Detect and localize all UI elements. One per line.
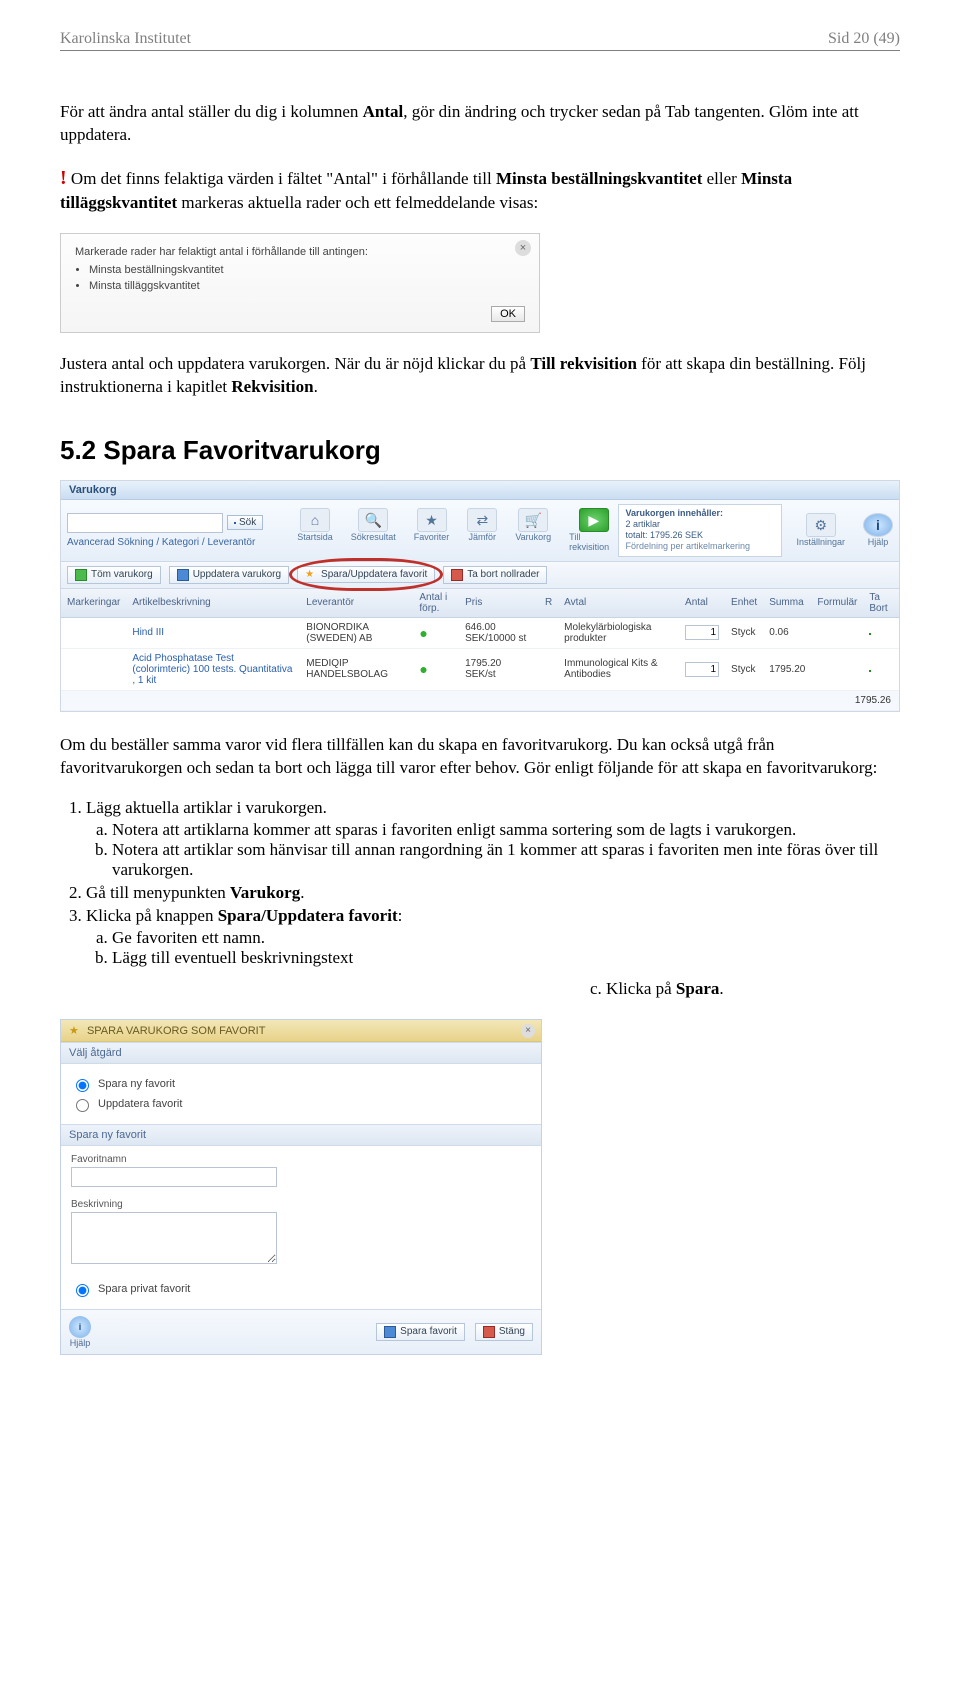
art-link[interactable]: Hind III: [126, 617, 300, 648]
status-dot-icon: ●: [419, 661, 427, 677]
fav-dialog-title: SPARA VARUKORG SOM FAVORIT ×: [61, 1020, 541, 1042]
para-4: Om du beställer samma varor vid flera ti…: [60, 734, 900, 780]
list-item: Gå till menypunkten Varukorg.: [86, 883, 900, 903]
list-item: Ge favoriten ett namn.: [112, 928, 900, 948]
refresh-icon: [75, 569, 87, 581]
search-input[interactable]: [67, 513, 223, 533]
status-dot-icon: ●: [419, 625, 427, 641]
list-item: Lägg aktuella artiklar i varukorgen. Not…: [86, 798, 900, 880]
save-disk-icon: [384, 1326, 396, 1338]
col-lev[interactable]: Leverantör: [300, 589, 413, 618]
col-antf[interactable]: Antal i förp.: [413, 589, 459, 618]
dialog-bullet: Minsta tilläggskvantitet: [89, 280, 525, 292]
save-favorite-dialog: SPARA VARUKORG SOM FAVORIT × Välj åtgärd…: [60, 1019, 542, 1355]
nav-varukorg[interactable]: 🛒Varukorg: [515, 508, 551, 542]
spara-favorit-button[interactable]: Spara/Uppdatera favorit: [297, 566, 435, 583]
col-art[interactable]: Artikelbeskrivning: [126, 589, 300, 618]
ok-button[interactable]: OK: [491, 306, 525, 322]
col-summa[interactable]: Summa: [763, 589, 811, 618]
close-icon[interactable]: ×: [515, 240, 531, 256]
cart-table: Markeringar Artikelbeskrivning Leverantö…: [61, 589, 899, 711]
uppdatera-varukorg-button[interactable]: Uppdatera varukorg: [169, 566, 289, 584]
spara-favorit-button[interactable]: Spara favorit: [376, 1323, 465, 1341]
nav-sokresultat[interactable]: 🔍Sökresultat: [351, 508, 396, 542]
col-form[interactable]: Formulär: [811, 589, 863, 618]
table-row: Acid Phosphatase Test (colorimteric) 100…: [61, 648, 899, 690]
tom-varukorg-button[interactable]: Töm varukorg: [67, 566, 161, 584]
sok-button[interactable]: Sök: [227, 515, 263, 530]
list-item: Lägg till eventuell beskrivningstext: [112, 948, 900, 968]
radio-spara-ny[interactable]: [76, 1079, 89, 1092]
nav-startsida[interactable]: ⌂Startsida: [297, 508, 333, 542]
cart-total: 1795.26: [61, 690, 899, 710]
fav-section-valj: Välj åtgärd: [61, 1042, 541, 1064]
art-link[interactable]: Acid Phosphatase Test (colorimteric) 100…: [126, 648, 300, 690]
qty-input[interactable]: [685, 625, 719, 640]
star-icon: ★: [417, 508, 447, 532]
close-icon[interactable]: ×: [521, 1024, 535, 1038]
nav-installningar[interactable]: ⚙Inställningar: [796, 513, 845, 547]
list-item: Notera att artiklarna kommer att sparas …: [112, 820, 900, 840]
remove-row-icon[interactable]: [869, 670, 871, 672]
label-beskrivning: Beskrivning: [71, 1199, 531, 1210]
home-icon: ⌂: [300, 508, 330, 532]
label-favoritnamn: Favoritnamn: [71, 1154, 531, 1165]
para-2: ! Om det finns felaktiga värden i fältet…: [60, 165, 900, 215]
radio-uppdatera[interactable]: [76, 1099, 89, 1112]
hdr-left: Karolinska Institutet: [60, 30, 191, 48]
save-disk-icon: [234, 522, 236, 524]
nav-hjalp[interactable]: iHjälp: [863, 513, 893, 547]
app-toolbar: Töm varukorg Uppdatera varukorg Spara/Up…: [61, 562, 899, 589]
tabort-nollrader-button[interactable]: Ta bort nollrader: [443, 566, 547, 584]
gear-icon: ⚙: [806, 513, 836, 537]
col-tab[interactable]: Ta Bort: [863, 589, 899, 618]
save-disk-icon: [177, 569, 189, 581]
para-1: För att ändra antal ställer du dig i kol…: [60, 101, 900, 147]
search-icon: 🔍: [358, 508, 388, 532]
hdr-right: Sid 20 (49): [828, 30, 900, 48]
compare-icon: ⇄: [467, 508, 497, 532]
remove-row-icon[interactable]: [869, 633, 871, 635]
page-header: Karolinska Institutet Sid 20 (49): [60, 30, 900, 51]
qty-input[interactable]: [685, 662, 719, 677]
col-pris[interactable]: Pris: [459, 589, 539, 618]
beskrivning-textarea[interactable]: [71, 1212, 277, 1264]
warning-icon: !: [60, 167, 67, 189]
play-icon: ▶: [579, 508, 609, 532]
favoritnamn-input[interactable]: [71, 1167, 277, 1187]
nav-favoriter[interactable]: ★Favoriter: [414, 508, 450, 542]
col-mark[interactable]: Markeringar: [61, 589, 126, 618]
info-icon: i: [863, 513, 893, 537]
close-icon: [483, 1326, 495, 1338]
col-antal[interactable]: Antal: [679, 589, 725, 618]
table-row: Hind III BIONORDIKA (SWEDEN) AB ● 646.00…: [61, 617, 899, 648]
highlight-circle: Spara/Uppdatera favorit: [297, 566, 435, 583]
fav-section-spara: Spara ny favorit: [61, 1124, 541, 1146]
nav-jamfor[interactable]: ⇄Jämför: [467, 508, 497, 542]
cart-icon: 🛒: [518, 508, 548, 532]
step-c: c. Klicka på Spara.: [590, 978, 900, 1001]
dialog-msg: Markerade rader har felaktigt antal i fö…: [75, 246, 525, 258]
cart-infobox: Varukorgen innehåller: 2 artiklar totalt…: [618, 504, 782, 557]
steps-list: Lägg aktuella artiklar i varukorgen. Not…: [60, 798, 900, 968]
col-enhet[interactable]: Enhet: [725, 589, 763, 618]
stang-button[interactable]: Stäng: [475, 1323, 533, 1341]
breadcrumb[interactable]: Avancerad SökningKategoriLeverantör: [67, 537, 277, 548]
delete-icon: [451, 569, 463, 581]
para-3: Justera antal och uppdatera varukorgen. …: [60, 353, 900, 399]
col-r[interactable]: R: [539, 589, 558, 618]
col-avtal[interactable]: Avtal: [558, 589, 679, 618]
app-navbar: Sök Avancerad SökningKategoriLeverantör …: [61, 500, 899, 562]
dialog-bullet: Minsta beställningskvantitet: [89, 264, 525, 276]
radio-spara-privat[interactable]: [76, 1284, 89, 1297]
varukorg-app: Varukorg Sök Avancerad SökningKategoriLe…: [60, 480, 900, 712]
info-icon: i: [69, 1316, 91, 1338]
section-heading: 5.2 Spara Favoritvarukorg: [60, 435, 900, 466]
list-item: Klicka på knappen Spara/Uppdatera favori…: [86, 906, 900, 968]
nav-till-rekvisition[interactable]: ▶Till rekvisition: [569, 508, 618, 552]
list-item: Notera att artiklar som hänvisar till an…: [112, 840, 900, 880]
app-title: Varukorg: [61, 481, 899, 500]
error-dialog: × Markerade rader har felaktigt antal i …: [60, 233, 540, 333]
hjalp-button[interactable]: i Hjälp: [69, 1316, 91, 1348]
